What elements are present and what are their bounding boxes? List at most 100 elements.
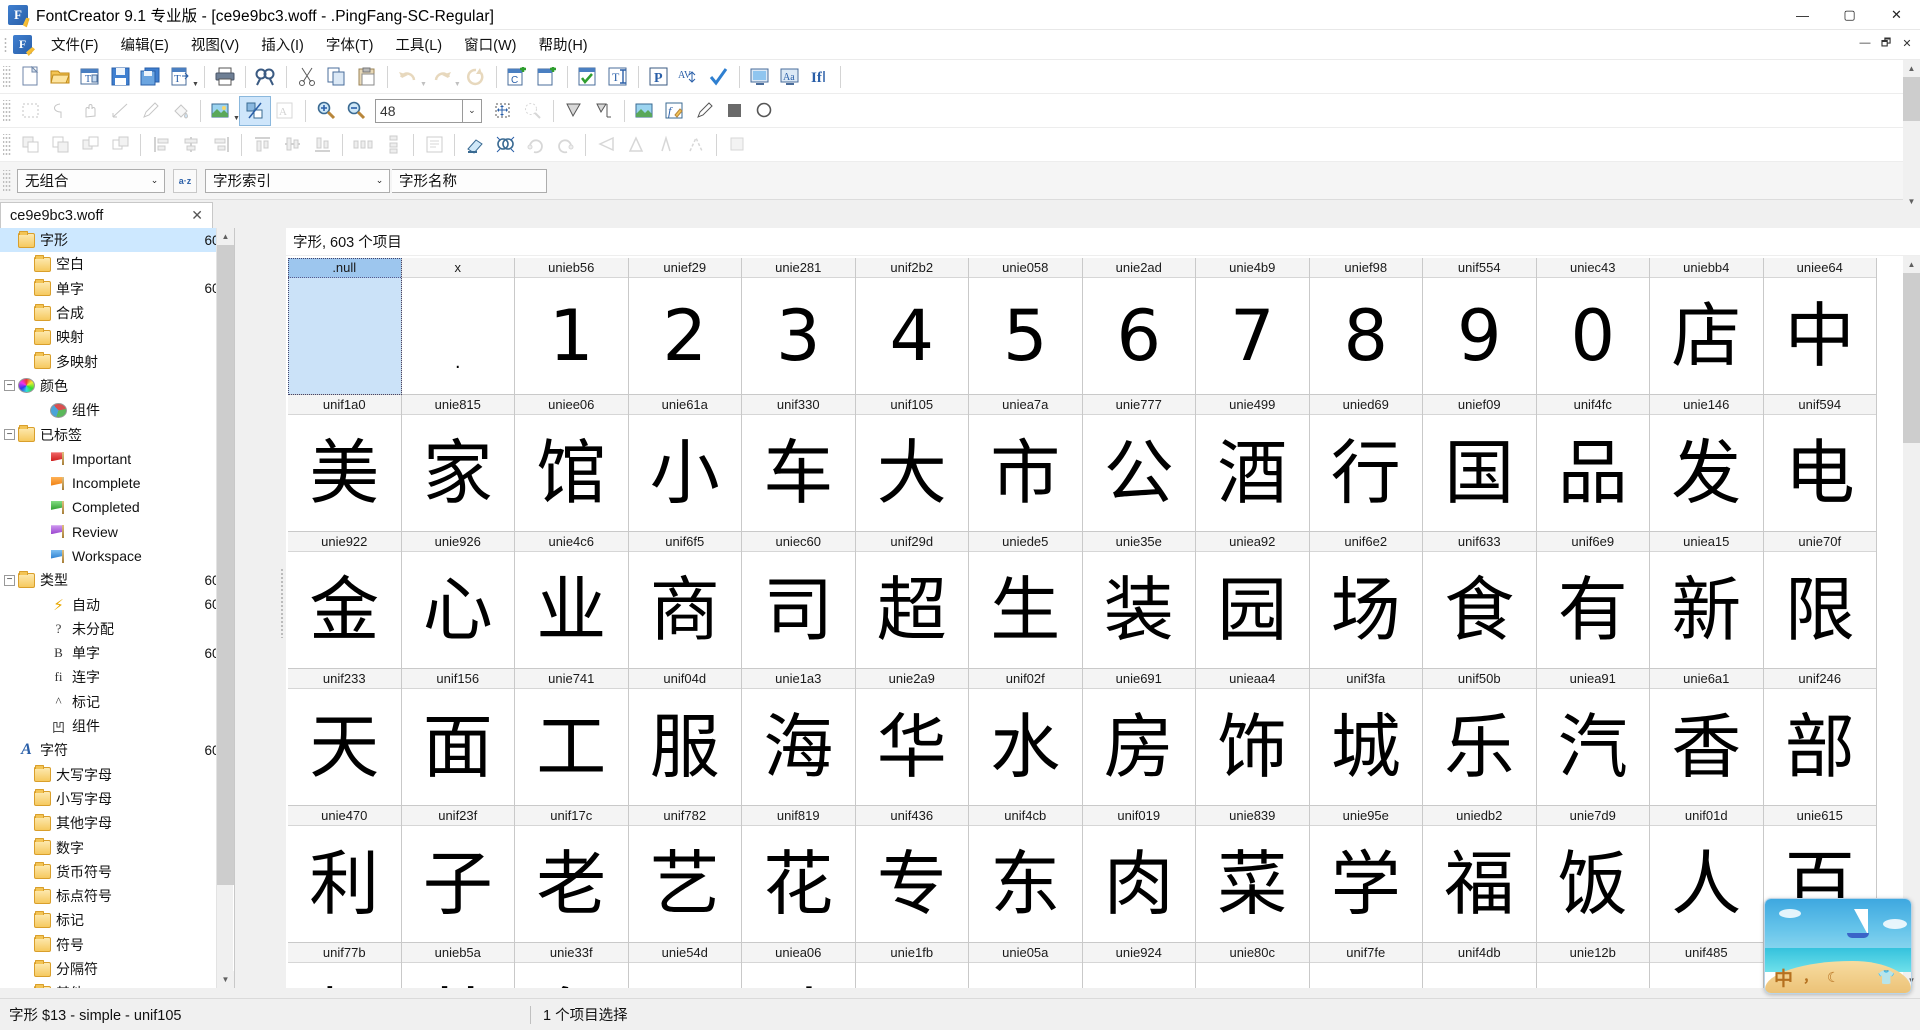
send-to-back-icon[interactable]	[105, 131, 135, 159]
glyph-grid[interactable]: .null x. unieb56 1 unief29 2 unie281 3 unif2b2 4 u…	[288, 258, 1878, 988]
scroll-down-arrow-icon[interactable]: ▼	[1903, 193, 1920, 210]
menu-window[interactable]: 窗口(W)	[453, 30, 527, 59]
glyph-cell[interactable]: unif330 车	[742, 395, 856, 532]
ime-status-widget[interactable]: 中 ， ☾ 👕	[1764, 898, 1912, 994]
font-metrics-icon[interactable]: T	[603, 63, 633, 91]
tab-ce9e9bc3-woff[interactable]: ce9e9bc3.woff ✕	[0, 202, 213, 228]
tree-scrollbar[interactable]: ▲ ▼	[216, 228, 234, 988]
tree-item-7[interactable]: 组件0	[0, 398, 234, 422]
paste-icon[interactable]	[352, 63, 382, 91]
glyph-cell[interactable]: unif4fc 品	[1536, 395, 1650, 532]
print-icon[interactable]	[210, 63, 240, 91]
zoom-level-dropdown-icon[interactable]: ⌄	[462, 98, 482, 123]
grouping-combo[interactable]: 无组合 ⌄	[17, 168, 165, 193]
align-middle-icon[interactable]	[277, 131, 307, 159]
glyph-cell[interactable]: unif23f 子	[401, 806, 515, 943]
glyph-cell[interactable]: unieaa4 饰	[1196, 669, 1310, 806]
glyph-cell[interactable]: unif105 大	[855, 395, 969, 532]
panose-icon[interactable]: P	[644, 63, 674, 91]
align-right-icon[interactable]	[206, 131, 236, 159]
extra-tool-icon[interactable]	[722, 131, 752, 159]
fill-bucket-icon[interactable]	[165, 97, 195, 125]
chevron-down-icon[interactable]: ⌄	[370, 170, 389, 192]
rotate-clockwise-icon[interactable]	[520, 131, 550, 159]
open-installed-font-icon[interactable]: T	[75, 63, 105, 91]
glyph-cell[interactable]: unie54d通	[628, 943, 742, 988]
glyph-cell[interactable]: uniedb2 福	[1423, 806, 1537, 943]
tree-item-18[interactable]: fi连字0	[0, 665, 234, 689]
glyph-properties-icon[interactable]	[419, 131, 449, 159]
glyph-cell[interactable]: unif6e9 有	[1536, 532, 1650, 669]
edit-background-icon[interactable]: f	[660, 97, 690, 125]
bring-forward-icon[interactable]	[45, 131, 75, 159]
glyph-cell[interactable]: unie35e 装	[1082, 532, 1196, 669]
tree-item-17[interactable]: B单字603	[0, 641, 234, 665]
glyph-cell[interactable]: unif233 天	[288, 669, 402, 806]
glyph-cell[interactable]: unieb5a茶	[401, 943, 515, 988]
tree-item-14[interactable]: −类型603	[0, 568, 234, 592]
cut-icon[interactable]	[292, 63, 322, 91]
new-font-icon[interactable]	[15, 63, 45, 91]
add-glyphs-icon[interactable]	[532, 63, 562, 91]
tree-item-20[interactable]: 凹组件0	[0, 714, 234, 738]
refresh-icon[interactable]	[461, 63, 491, 91]
glyph-cell[interactable]: unief29 2	[628, 258, 742, 395]
glyph-cell[interactable]: uniea92 园	[1196, 532, 1310, 669]
glyph-cell[interactable]: unif554 9	[1423, 258, 1537, 395]
tree-item-23[interactable]: 小写字母1	[0, 787, 234, 811]
glyph-cell[interactable]: unie05a	[969, 943, 1083, 988]
flip-vertical-icon[interactable]	[651, 131, 681, 159]
mdi-restore-button[interactable]: 🗗	[1877, 34, 1895, 52]
rectangle-select-icon[interactable]	[15, 97, 45, 125]
glyph-cell[interactable]: unie4b9 7	[1196, 258, 1310, 395]
align-bottom-icon[interactable]	[307, 131, 337, 159]
send-backward-icon[interactable]	[75, 131, 105, 159]
glyph-cell[interactable]: unif01d 人	[1650, 806, 1764, 943]
tree-item-5[interactable]: 多映射1	[0, 349, 234, 373]
tree-item-12[interactable]: Review0	[0, 520, 234, 544]
glyph-cell[interactable]: unif594 电	[1763, 395, 1877, 532]
ime-button-row[interactable]: 中 ， ☾ 👕	[1765, 962, 1911, 992]
tree-item-28[interactable]: 标记0	[0, 908, 234, 932]
glyph-cell[interactable]: uniec43 0	[1536, 258, 1650, 395]
measure-icon[interactable]	[105, 97, 135, 125]
glyph-grid-scrollbar[interactable]: ▲ ▼	[1903, 256, 1920, 988]
glyph-cell[interactable]: unie281 3	[742, 258, 856, 395]
copy-icon[interactable]	[322, 63, 352, 91]
find-icon[interactable]	[251, 63, 281, 91]
glyph-cell[interactable]: uniea15 新	[1650, 532, 1764, 669]
tree-item-2[interactable]: 单字602	[0, 277, 234, 301]
tree-item-29[interactable]: 符号0	[0, 933, 234, 957]
glyph-cell[interactable]: unie12b	[1536, 943, 1650, 988]
tree-item-3[interactable]: 合成0	[0, 301, 234, 325]
toolbar1-grip[interactable]	[3, 65, 11, 88]
toolbar4-grip[interactable]	[3, 169, 11, 192]
glyph-grid-body[interactable]: .null x. unieb56 1 unief29 2 unie281 3 unif2b2 4 u…	[286, 255, 1920, 988]
tree-item-1[interactable]: 空白1	[0, 252, 234, 276]
glyph-category-tree[interactable]: 字形603空白1单字602合成0映射0多映射1−颜色0组件0−已标签0Impor…	[0, 228, 235, 988]
background-image-icon[interactable]	[630, 97, 660, 125]
glyph-cell[interactable]: unief09 国	[1423, 395, 1537, 532]
glyph-cell[interactable]: unie146 发	[1650, 395, 1764, 532]
glyph-cell[interactable]: unie80c	[1196, 943, 1310, 988]
glyph-cell[interactable]: unie815 家	[401, 395, 515, 532]
menubar-grip[interactable]	[2, 35, 11, 54]
glyph-cell[interactable]: unie741 工	[515, 669, 629, 806]
tree-item-21[interactable]: A字符602	[0, 738, 234, 762]
redo-dropdown-icon[interactable]: ▼	[454, 81, 461, 93]
contour-direction-icon[interactable]	[559, 97, 589, 125]
glyph-cell[interactable]: unie926 心	[401, 532, 515, 669]
glyph-cell[interactable]: unif50b 乐	[1423, 669, 1537, 806]
glyph-cell[interactable]: uniede5 生	[969, 532, 1083, 669]
glyph-cell[interactable]: unie1a3 海	[742, 669, 856, 806]
tree-expander[interactable]: −	[4, 380, 15, 392]
glyph-cell[interactable]: unif02f 水	[969, 669, 1083, 806]
glyph-cell[interactable]: unie95e 学	[1309, 806, 1423, 943]
glyph-cell[interactable]: uniea91 汽	[1536, 669, 1650, 806]
glyph-cell[interactable]: unie499 酒	[1196, 395, 1310, 532]
kerning-icon[interactable]: AV	[674, 63, 704, 91]
menu-file[interactable]: 文件(F)	[40, 30, 110, 59]
slant-icon[interactable]	[591, 131, 621, 159]
open-font-icon[interactable]	[45, 63, 75, 91]
glyph-cell[interactable]: unif819 花	[742, 806, 856, 943]
